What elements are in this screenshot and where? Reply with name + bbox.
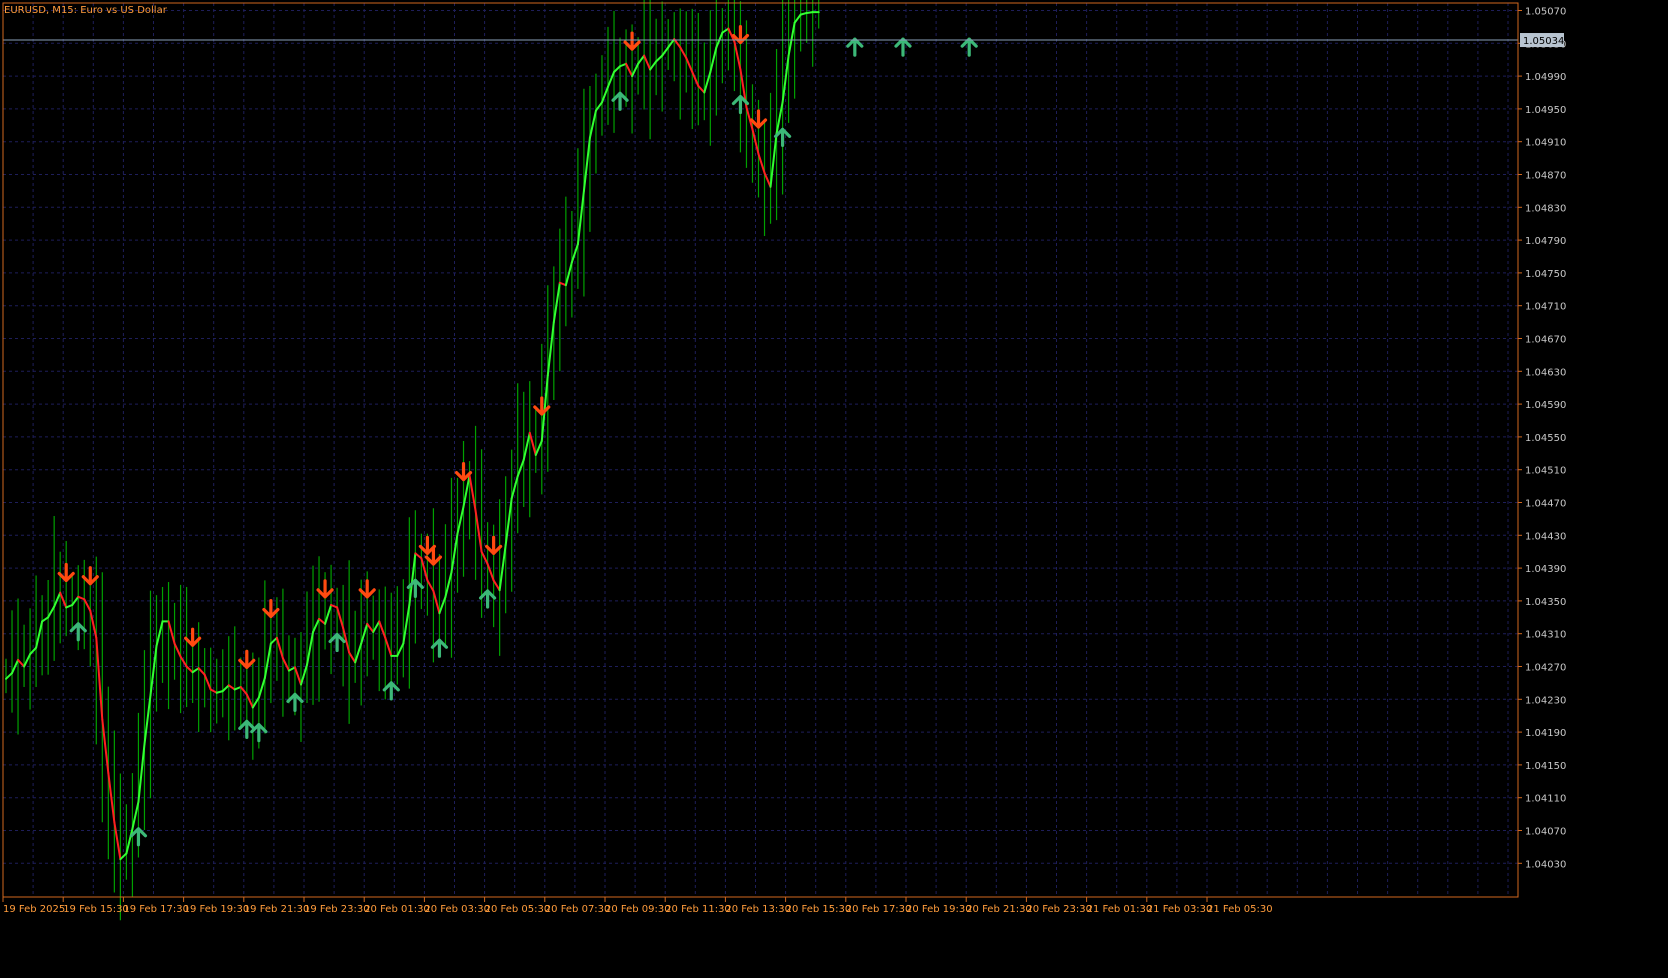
x-tick-label: 20 Feb 03:30 (424, 904, 490, 915)
x-tick-label: 20 Feb 09:30 (605, 904, 671, 915)
price-chart[interactable]: 1.050701.050301.049901.049501.049101.048… (0, 0, 1668, 974)
x-tick-label: 20 Feb 21:30 (966, 904, 1032, 915)
y-tick-label: 1.05070 (1525, 7, 1566, 18)
chart-symbol-label: EURUSD, M15: Euro vs US Dollar (4, 5, 168, 16)
x-tick-label: 19 Feb 23:30 (304, 904, 370, 915)
y-tick-label: 1.04390 (1525, 564, 1566, 575)
chart-canvas[interactable]: 1.050701.050301.049901.049501.049101.048… (0, 0, 1668, 974)
price-tag: 1.05034 (1520, 33, 1564, 48)
y-tick-label: 1.04030 (1525, 859, 1566, 870)
y-tick-label: 1.04590 (1525, 400, 1566, 411)
x-tick-label: 20 Feb 13:30 (725, 904, 791, 915)
y-tick-label: 1.04990 (1525, 72, 1566, 83)
y-tick-label: 1.04630 (1525, 367, 1566, 378)
x-tick-label: 19 Feb 2025 (3, 904, 65, 915)
y-tick-label: 1.04910 (1525, 138, 1566, 149)
y-tick-label: 1.04270 (1525, 663, 1566, 674)
x-tick-label: 20 Feb 07:30 (545, 904, 611, 915)
y-tick-label: 1.04470 (1525, 499, 1566, 510)
x-tick-label: 19 Feb 19:30 (184, 904, 250, 915)
y-tick-label: 1.04430 (1525, 531, 1566, 542)
x-tick-label: 19 Feb 15:30 (63, 904, 129, 915)
price-tag-label: 1.05034 (1523, 36, 1564, 47)
x-tick-label: 20 Feb 19:30 (906, 904, 972, 915)
x-tick-label: 20 Feb 17:30 (846, 904, 912, 915)
x-tick-label: 19 Feb 21:30 (244, 904, 310, 915)
y-tick-label: 1.04710 (1525, 302, 1566, 313)
y-tick-label: 1.04750 (1525, 269, 1566, 280)
x-tick-label: 20 Feb 01:30 (364, 904, 430, 915)
y-tick-label: 1.04790 (1525, 236, 1566, 247)
y-tick-label: 1.04070 (1525, 827, 1566, 838)
y-tick-label: 1.04830 (1525, 203, 1566, 214)
x-tick-label: 21 Feb 05:30 (1207, 904, 1273, 915)
x-tick-label: 20 Feb 23:30 (1026, 904, 1092, 915)
x-tick-label: 21 Feb 01:30 (1087, 904, 1153, 915)
y-tick-label: 1.04110 (1525, 794, 1566, 805)
y-tick-label: 1.04310 (1525, 630, 1566, 641)
y-tick-label: 1.04190 (1525, 728, 1566, 739)
y-tick-label: 1.04230 (1525, 695, 1566, 706)
y-tick-label: 1.04510 (1525, 466, 1566, 477)
y-tick-label: 1.04550 (1525, 433, 1566, 444)
x-tick-label: 21 Feb 03:30 (1147, 904, 1213, 915)
x-tick-label: 20 Feb 15:30 (786, 904, 852, 915)
y-tick-label: 1.04350 (1525, 597, 1566, 608)
x-tick-label: 20 Feb 11:30 (665, 904, 731, 915)
y-tick-label: 1.04150 (1525, 761, 1566, 772)
y-tick-label: 1.04670 (1525, 335, 1566, 346)
y-tick-label: 1.04950 (1525, 105, 1566, 116)
x-tick-label: 19 Feb 17:30 (123, 904, 189, 915)
y-tick-label: 1.04870 (1525, 171, 1566, 182)
x-tick-label: 20 Feb 05:30 (485, 904, 551, 915)
